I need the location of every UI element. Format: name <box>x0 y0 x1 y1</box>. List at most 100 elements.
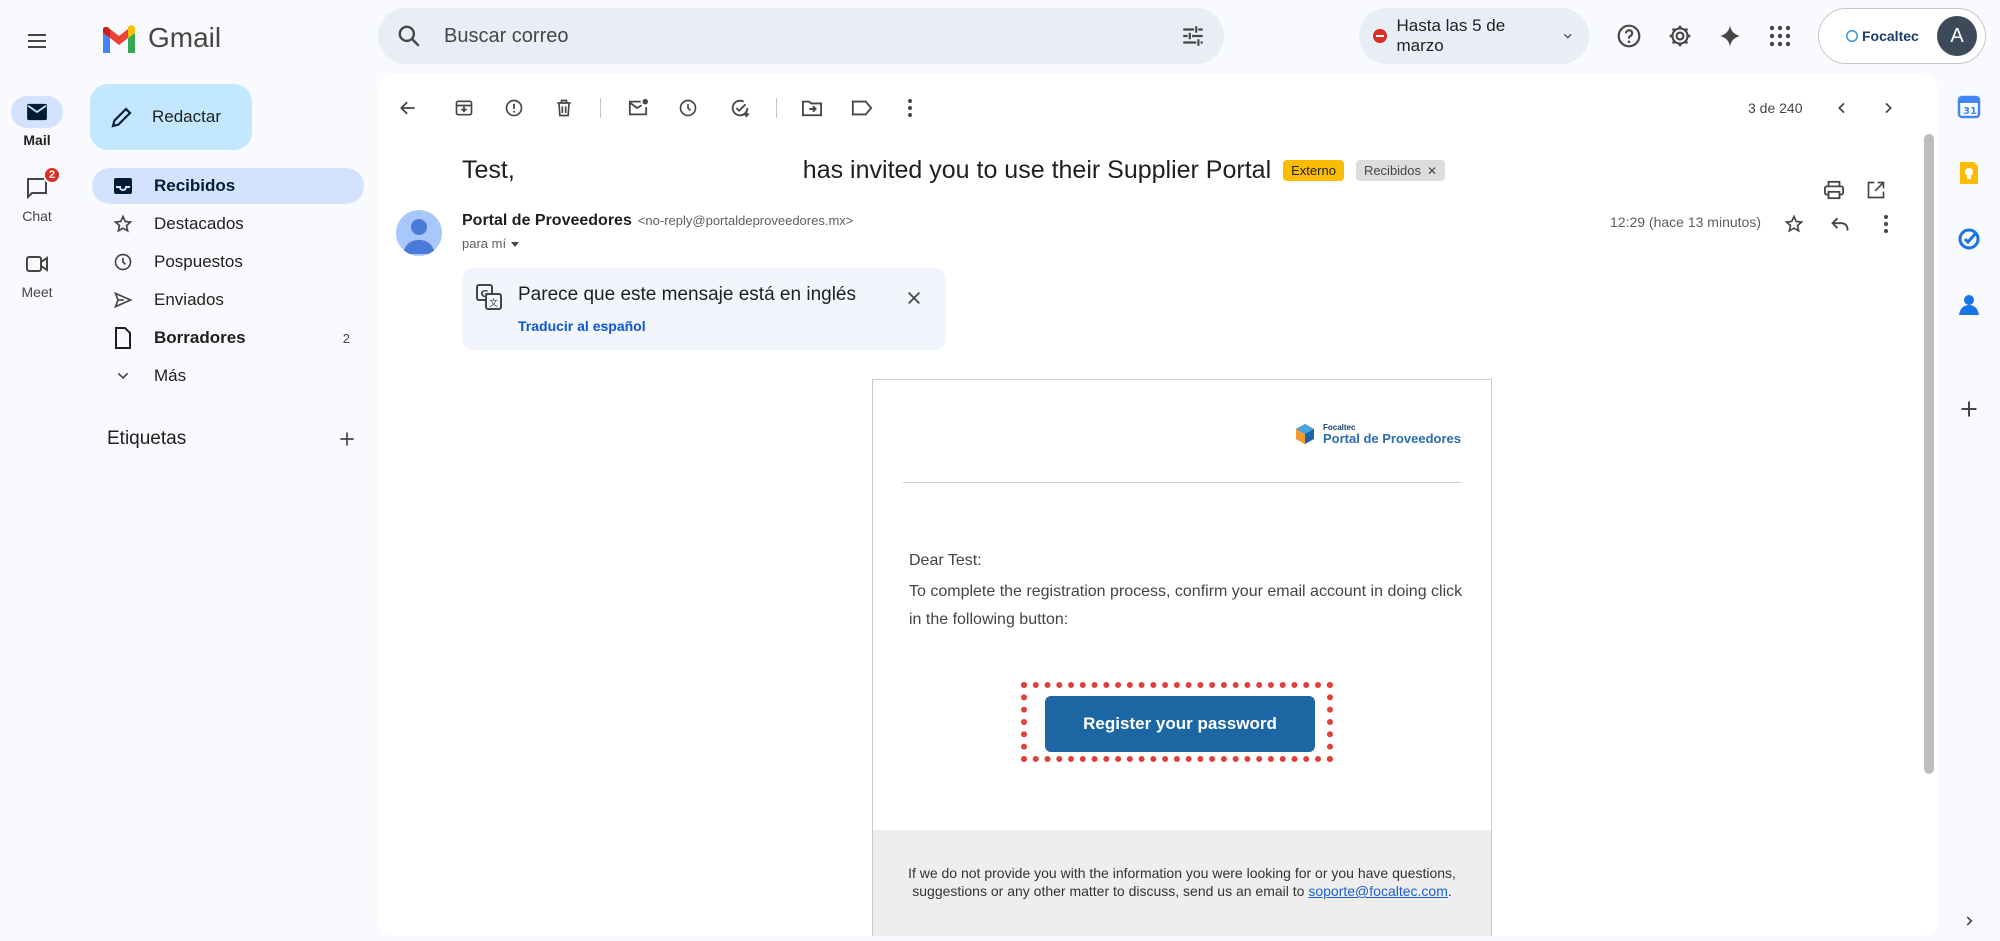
tag-inbox[interactable]: Recibidos ✕ <box>1355 160 1446 181</box>
contacts-app-button[interactable] <box>1952 288 1986 322</box>
nav-item-inbox[interactable]: Recibidos <box>92 168 364 204</box>
translate-link[interactable]: Traducir al español <box>518 318 646 334</box>
calendar-app-button[interactable]: 31 <box>1952 90 1986 124</box>
label-icon <box>851 100 873 116</box>
folder-move-icon <box>802 100 822 117</box>
add-label-icon[interactable] <box>337 429 357 449</box>
main-menu-button[interactable] <box>14 18 60 64</box>
star-button[interactable] <box>1774 204 1814 244</box>
email-content: Focaltec Portal de Proveedores Dear Test… <box>872 379 1492 936</box>
tasks-app-button[interactable] <box>1952 222 1986 256</box>
nav-item-drafts[interactable]: Borradores 2 <box>92 320 364 356</box>
nav-item-starred[interactable]: Destacados <box>92 206 364 242</box>
older-button[interactable] <box>1868 88 1908 128</box>
apps-grid-icon <box>1769 25 1791 47</box>
clock-icon <box>679 99 697 117</box>
rail-chat-label: Chat <box>22 208 52 224</box>
subject-start: Test, <box>462 156 515 184</box>
search-icon[interactable] <box>396 23 422 49</box>
gmail-logo[interactable]: Gmail <box>100 18 221 58</box>
nav-label: Borradores <box>154 328 246 347</box>
back-button[interactable] <box>388 88 428 128</box>
reply-button[interactable] <box>1820 204 1860 244</box>
video-camera-icon <box>26 256 48 272</box>
hide-side-panel-button[interactable] <box>1952 904 1986 938</box>
nav-item-sent[interactable]: Enviados <box>92 282 364 318</box>
subject-end: has invited you to use their Supplier Po… <box>802 156 1272 184</box>
star-icon <box>113 214 133 233</box>
gear-icon <box>1669 25 1691 47</box>
translate-title: Parece que este mensaje está en inglés <box>518 284 856 305</box>
sender-email: <no-reply@portaldeproveedores.mx> <box>637 213 854 228</box>
account-switcher[interactable]: Focaltec A <box>1818 8 1986 64</box>
chat-badge: 2 <box>43 166 61 184</box>
pencil-icon <box>111 107 132 128</box>
delete-button[interactable] <box>544 88 584 128</box>
draft-file-icon <box>115 327 131 349</box>
search-options-icon[interactable] <box>1180 23 1206 49</box>
star-icon <box>1784 214 1804 233</box>
rail-meet[interactable]: Meet <box>10 248 64 300</box>
contacts-icon <box>1959 295 1979 315</box>
scrollbar-thumb[interactable] <box>1924 134 1934 774</box>
search-input[interactable] <box>444 24 1180 48</box>
nav-item-snoozed[interactable]: Pospuestos <box>92 244 364 280</box>
settings-button[interactable] <box>1660 16 1700 56</box>
status-chip[interactable]: Hasta las 5 de marzo <box>1359 8 1589 64</box>
nav-label: Enviados <box>154 290 224 309</box>
close-translate-button[interactable] <box>894 278 934 318</box>
mark-unread-button[interactable] <box>618 88 658 128</box>
archive-button[interactable] <box>444 88 484 128</box>
mail-icon <box>27 103 47 121</box>
status-label: Hasta las 5 de marzo <box>1396 16 1506 55</box>
sender-avatar[interactable] <box>396 210 442 256</box>
cube-logo-icon <box>1296 424 1314 444</box>
nav-item-more[interactable]: Más <box>92 358 364 394</box>
rail-mail[interactable]: Mail <box>10 96 64 148</box>
rail-mail-icon-wrap <box>11 96 63 128</box>
label-button[interactable] <box>842 88 882 128</box>
support-email-link[interactable]: soporte@focaltec.com <box>1308 883 1448 899</box>
email-footer: If we do not provide you with the inform… <box>873 830 1491 936</box>
keep-app-button[interactable] <box>1952 156 1986 190</box>
snooze-button[interactable] <box>668 88 708 128</box>
report-icon <box>505 99 523 117</box>
newer-button[interactable] <box>1822 88 1862 128</box>
plus-icon <box>1961 401 1977 417</box>
org-logo: Focaltec <box>1845 28 1919 44</box>
pager-text: 3 de 240 <box>1748 100 1803 116</box>
open-in-new-icon <box>1867 181 1885 199</box>
register-password-button[interactable]: Register your password <box>1045 696 1315 752</box>
chevron-left-icon <box>1838 102 1845 114</box>
arrow-left-icon <box>400 101 415 115</box>
nav-label: Recibidos <box>154 176 236 195</box>
email-body-text: To complete the registration process, co… <box>909 583 1463 628</box>
keep-icon <box>1960 162 1978 184</box>
more-vert-icon <box>1884 215 1888 233</box>
brand-logo: Focaltec Portal de Proveedores <box>1293 422 1461 446</box>
recipient-details[interactable]: para mí <box>462 236 520 251</box>
rail-meet-icon-wrap <box>11 248 63 280</box>
search-bar[interactable] <box>378 8 1224 64</box>
help-button[interactable] <box>1609 16 1649 56</box>
gmail-m-icon <box>103 25 135 53</box>
clock-icon <box>114 253 132 271</box>
archive-icon <box>455 100 473 116</box>
gemini-button[interactable] <box>1710 16 1750 56</box>
nav-label: Pospuestos <box>154 252 243 271</box>
email-greeting: Dear Test: <box>909 552 982 569</box>
mark-unread-icon <box>628 98 648 116</box>
move-to-button[interactable] <box>792 88 832 128</box>
report-spam-button[interactable] <box>494 88 534 128</box>
apps-button[interactable] <box>1760 16 1800 56</box>
sender-name[interactable]: Portal de Proveedores <box>462 212 632 230</box>
add-task-button[interactable] <box>720 88 760 128</box>
tag-inbox-label: Recibidos <box>1363 163 1422 178</box>
add-addon-button[interactable] <box>1952 392 1986 426</box>
more-actions-button[interactable] <box>890 88 930 128</box>
compose-button[interactable]: Redactar <box>90 84 252 150</box>
message-more-button[interactable] <box>1866 204 1906 244</box>
more-vert-icon <box>908 99 912 117</box>
rail-chat[interactable]: 2 Chat <box>10 166 64 224</box>
remove-tag-icon[interactable]: ✕ <box>1427 164 1437 178</box>
